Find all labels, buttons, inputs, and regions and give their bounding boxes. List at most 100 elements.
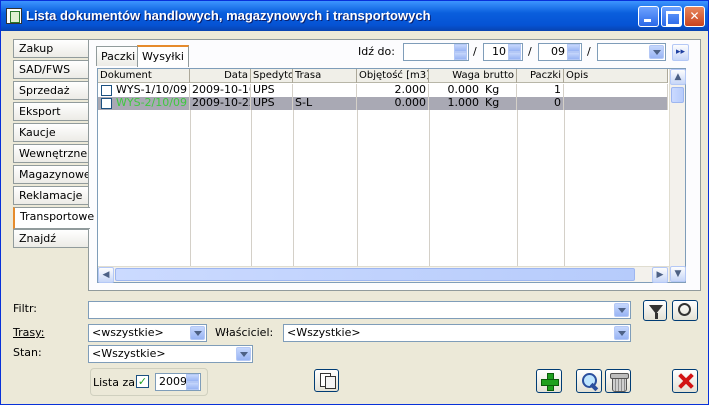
tab-eksport[interactable]: Eksport <box>13 102 88 121</box>
maximize-icon <box>662 7 681 26</box>
copy-document-icon <box>325 376 336 389</box>
goto-month-spinner[interactable] <box>508 44 522 60</box>
col-objetosc[interactable]: Objętość [m3] <box>357 69 429 83</box>
table-row[interactable]: WYS-1/10/09 2009-10-16 UPS 2.000 0.000 K… <box>98 84 668 97</box>
grid-line <box>564 110 565 266</box>
col-data[interactable]: Data <box>190 69 251 83</box>
goto-extra-select[interactable] <box>597 43 666 61</box>
tab-wysylki[interactable]: Wysyłki <box>137 45 189 67</box>
close-icon: ✕ <box>689 9 700 23</box>
cell-paczki: 0 <box>517 97 564 110</box>
col-spedytor[interactable]: Spedyto <box>251 69 293 83</box>
goto-day-spinner[interactable] <box>454 44 468 60</box>
col-waga[interactable]: Waga brutto <box>429 69 517 83</box>
row-checkbox[interactable] <box>101 85 112 96</box>
vertical-scrollbar[interactable]: ▲ ▼ <box>669 69 686 282</box>
documents-grid[interactable]: Dokument Data Spedyto Trasa Objętość [m3… <box>97 68 686 283</box>
zoom-icon <box>678 303 691 316</box>
col-dokument[interactable]: Dokument <box>98 69 190 83</box>
horizontal-scrollbar[interactable]: ◀ ▶ <box>98 266 669 283</box>
add-button[interactable] <box>536 369 562 393</box>
scroll-thumb[interactable] <box>671 87 684 103</box>
trasy-select[interactable]: <wszystkie> <box>88 324 207 342</box>
title-bar: Lista dokumentów handlowych, magazynowyc… <box>1 1 708 31</box>
col-paczki[interactable]: Paczki <box>517 69 564 83</box>
tab-paczki[interactable]: Paczki <box>96 46 141 66</box>
goto-month-field[interactable]: 10 <box>483 43 523 61</box>
tab-znajdz[interactable]: Znajdź <box>13 229 88 248</box>
tab-kaucje[interactable]: Kaucje <box>13 123 88 142</box>
chevron-down-icon: ▼ <box>674 269 682 279</box>
col-trasa[interactable]: Trasa <box>293 69 357 83</box>
tab-magazynowe[interactable]: Magazynowe <box>13 165 91 184</box>
grid-line <box>357 110 358 266</box>
grid-line <box>517 110 518 266</box>
close-window-button[interactable]: ✕ <box>684 6 705 27</box>
tab-sprzedaz[interactable]: Sprzedaż <box>13 81 88 100</box>
goto-year-field[interactable]: 09 <box>538 43 582 61</box>
chevron-up-icon: ▲ <box>674 72 682 82</box>
grid-line <box>429 110 430 266</box>
maximize-button[interactable] <box>661 6 682 27</box>
window-title: Lista dokumentów handlowych, magazynowyc… <box>26 8 431 23</box>
cell-objetosc: 0.000 <box>357 97 429 110</box>
filter-input[interactable] <box>88 301 631 319</box>
cell-unit: Kg <box>483 84 517 97</box>
tab-wewnetrzne[interactable]: Wewnętrzne <box>13 144 88 163</box>
lista-za-year-value: 2009 <box>159 375 187 388</box>
cell-waga: 0.000 <box>447 84 480 96</box>
cell-spedytor: UPS <box>251 97 293 110</box>
hscroll-thumb[interactable] <box>115 268 635 281</box>
lista-za-checkbox[interactable]: ✓ <box>136 375 149 388</box>
tab-zakup[interactable]: Zakup <box>13 39 88 58</box>
table-row[interactable]: WYS-2/10/09 2009-10-22 UPS S-L 0.000 1.0… <box>98 97 668 110</box>
grid-line <box>190 110 191 266</box>
goto-day-field[interactable] <box>403 43 469 61</box>
doc-number: WYS-2/10/09 <box>116 97 187 109</box>
app-document-icon <box>6 8 22 24</box>
grid-line <box>293 110 294 266</box>
stan-select[interactable]: <Wszystkie> <box>88 345 253 363</box>
wlasciciel-select[interactable]: <Wszystkie> <box>283 324 631 342</box>
year-spinner[interactable] <box>186 374 200 390</box>
fast-forward-button[interactable]: ▸▸ <box>672 44 689 61</box>
tab-transportowe[interactable]: Transportowe <box>13 207 94 229</box>
copy-document-button[interactable] <box>314 369 339 392</box>
goto-label: Idź do: <box>358 45 395 58</box>
goto-year-spinner[interactable] <box>567 44 581 60</box>
minimize-icon <box>639 7 658 26</box>
zoom-button[interactable] <box>672 300 698 321</box>
row-checkbox[interactable] <box>101 98 112 109</box>
delete-button[interactable] <box>605 369 631 393</box>
doc-number: WYS-1/10/09 <box>116 84 187 96</box>
trasy-value: <wszystkie> <box>92 326 164 339</box>
goto-year-value: 09 <box>551 45 565 58</box>
wlasciciel-value: <Wszystkie> <box>287 326 361 339</box>
close-button[interactable] <box>672 369 698 393</box>
tab-sad-fws[interactable]: SAD/FWS <box>13 60 88 79</box>
scroll-down-button[interactable]: ▼ <box>670 266 686 282</box>
date-separator: / <box>473 45 477 58</box>
fast-forward-icon: ▸▸ <box>675 47 686 57</box>
cell-opis <box>564 84 668 97</box>
col-opis[interactable]: Opis <box>564 69 668 83</box>
cell-data: 2009-10-22 <box>192 97 251 110</box>
stan-label: Stan: <box>13 346 42 359</box>
scroll-left-button[interactable]: ◀ <box>98 267 114 283</box>
scroll-right-button[interactable]: ▶ <box>652 267 668 283</box>
cell-dokument: WYS-1/10/09 <box>98 84 190 97</box>
tab-reklamacje[interactable]: Reklamacje <box>13 186 88 205</box>
search-button[interactable] <box>576 369 602 393</box>
chevron-left-icon: ◀ <box>102 270 110 280</box>
cell-objetosc: 2.000 <box>357 84 429 97</box>
goto-month-value: 10 <box>492 45 506 58</box>
stan-value: <Wszystkie> <box>92 347 166 360</box>
lista-za-year-field[interactable]: 2009 <box>155 373 201 391</box>
cell-unit: Kg <box>483 97 517 110</box>
chevron-down-icon <box>236 347 251 361</box>
minimize-button[interactable] <box>638 6 659 27</box>
filter-button[interactable] <box>643 300 667 321</box>
main-window: Lista dokumentów handlowych, magazynowyc… <box>0 0 709 405</box>
filter-label: Filtr: <box>13 302 37 315</box>
scroll-up-button[interactable]: ▲ <box>670 69 686 85</box>
